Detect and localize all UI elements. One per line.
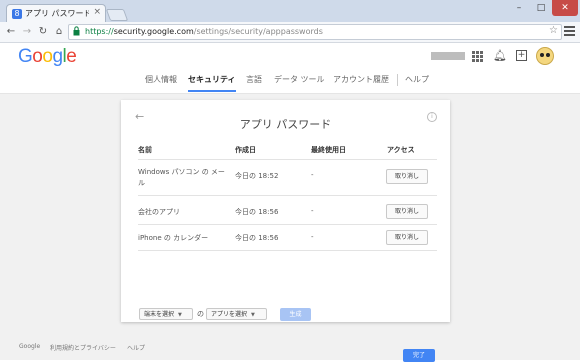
footer-google-link[interactable]: Google: [19, 343, 40, 350]
footer-terms-link[interactable]: 利用規約とプライバシー: [50, 343, 116, 352]
column-access: アクセス: [387, 146, 415, 154]
home-icon[interactable]: ⌂: [52, 25, 66, 39]
tab-help[interactable]: ヘルプ: [405, 73, 429, 92]
divider: [138, 250, 437, 251]
browser-window: 8 アプリ パスワード - アカウント設定 × – □ ✕ ← → ↻ ⌂ ht…: [0, 0, 580, 362]
page-content: Google 🔔︎ + 個人情報 セキュリティ 言語 データ ツール アカウント…: [0, 43, 580, 362]
title-bar: 8 アプリ パスワード - アカウント設定 × – □ ✕: [0, 0, 580, 23]
row-created: 今日の 18:52: [235, 172, 279, 180]
app-select[interactable]: アプリを選択 ▼: [206, 308, 267, 320]
share-plus-icon[interactable]: +: [516, 50, 527, 61]
row-last-used: -: [311, 207, 314, 215]
info-icon[interactable]: i: [427, 112, 437, 122]
tab-security[interactable]: セキュリティ: [188, 73, 236, 92]
browser-toolbar: ← → ↻ ⌂ https://security.google.com/sett…: [0, 22, 580, 43]
tab-personal-info[interactable]: 個人情報: [145, 73, 177, 92]
row-name: Windows パソコン の メール: [138, 168, 225, 187]
tab-title: アプリ パスワード - アカウント設定: [25, 9, 89, 18]
revoke-button[interactable]: 取り消し: [386, 204, 428, 219]
tab-close-icon[interactable]: ×: [93, 7, 101, 17]
window-close-icon[interactable]: ✕: [552, 0, 578, 16]
column-name: 名前: [138, 146, 152, 154]
browser-tab[interactable]: 8 アプリ パスワード - アカウント設定 ×: [6, 4, 106, 23]
forward-arrow-icon[interactable]: →: [20, 25, 34, 39]
bookmark-star-icon[interactable]: ☆: [549, 25, 558, 36]
dropdown-caret-icon: ▼: [178, 312, 182, 318]
row-last-used: -: [311, 171, 314, 179]
reload-icon[interactable]: ↻: [36, 25, 50, 39]
dropdown-caret-icon: ▼: [251, 312, 255, 318]
footer-help-link[interactable]: ヘルプ: [127, 343, 145, 352]
minimize-icon[interactable]: –: [508, 0, 530, 16]
generate-button[interactable]: 生成: [280, 308, 311, 321]
of-label: の: [197, 310, 204, 318]
google-favicon-icon: 8: [12, 9, 22, 19]
google-logo[interactable]: Google: [18, 46, 77, 68]
apps-grid-icon[interactable]: [472, 51, 483, 62]
maximize-icon[interactable]: □: [530, 0, 552, 16]
address-bar[interactable]: https://security.google.com/settings/sec…: [68, 24, 562, 40]
row-created: 今日の 18:56: [235, 234, 279, 242]
row-name: 会社のアプリ: [138, 208, 180, 216]
row-created: 今日の 18:56: [235, 208, 279, 216]
column-last-used: 最終使用日: [311, 146, 346, 154]
footer: Google 利用規約とプライバシー ヘルプ: [0, 341, 580, 355]
google-header: Google 🔔︎ + 個人情報 セキュリティ 言語 データ ツール アカウント…: [0, 43, 580, 94]
device-select[interactable]: 端末を選択 ▼: [139, 308, 193, 320]
avatar[interactable]: [536, 47, 554, 65]
divider: [138, 224, 437, 225]
chrome-menu-icon[interactable]: [564, 26, 575, 38]
app-passwords-card: ← アプリ パスワード i 名前 作成日 最終使用日 アクセス Windows …: [121, 100, 450, 362]
tab-language[interactable]: 言語: [246, 73, 262, 92]
row-last-used: -: [311, 233, 314, 241]
notification-bell-icon[interactable]: 🔔︎: [493, 49, 507, 62]
column-created: 作成日: [235, 146, 256, 154]
back-arrow-icon[interactable]: ←: [4, 25, 18, 39]
account-name-redacted: [431, 52, 465, 60]
divider: [138, 159, 437, 160]
tab-account-history[interactable]: アカウント履歴: [333, 73, 389, 92]
nav-divider: [397, 74, 398, 86]
lock-icon: [73, 26, 80, 36]
row-name: iPhone の カレンダー: [138, 234, 209, 242]
card-title: アプリ パスワード: [239, 118, 332, 131]
account-nav: 個人情報 セキュリティ 言語 データ ツール アカウント履歴 ヘルプ: [0, 73, 580, 93]
revoke-button[interactable]: 取り消し: [386, 169, 428, 184]
tab-data-tools[interactable]: データ ツール: [274, 73, 325, 92]
new-tab-button[interactable]: [105, 9, 129, 21]
url-text: https://security.google.com/settings/sec…: [85, 27, 323, 36]
divider: [138, 195, 437, 196]
revoke-button[interactable]: 取り消し: [386, 230, 428, 245]
